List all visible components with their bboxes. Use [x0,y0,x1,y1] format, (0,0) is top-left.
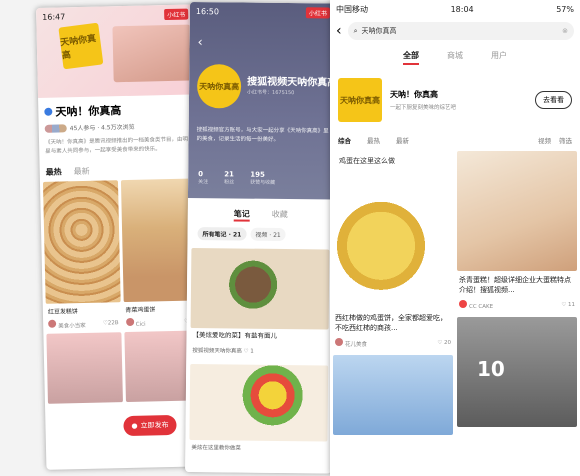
note-title: 西红柿做的鸡蛋饼，全家都超爱吃，不吃西红柿的商孩... [335,314,447,333]
tab-mall[interactable]: 商城 [447,50,463,65]
profile-id: 小红书号：1675150 [247,89,295,97]
note-image [42,180,121,304]
profile-header: 16:50 小红书 ‹ 天呐你真高 搜狐视频天呐你真高 小红书号：1675150… [187,2,336,200]
result-grid: 鸡蛋在这里这么做 西红柿做的鸡蛋饼，全家都超爱吃，不吃西红柿的商孩... 花儿美… [330,151,580,436]
status-time: 18:04 [450,4,474,14]
stat-likes[interactable]: 195 获赞与收藏 [250,171,275,186]
tab-all[interactable]: 全部 [403,50,419,65]
status-bar: 16:47 小红书 [36,4,194,26]
note-footer: CC CAKE ♡ 11 [457,299,577,311]
stat-followers[interactable]: 21 粉丝 [224,170,234,185]
image-overlay-text: 10 [477,357,505,382]
screenshot-collage: 16:47 小红书 天呐你真高 天呐！你真高 45人参与 · 4.5万次浏览 《… [0,0,580,476]
tab-collections[interactable]: 收藏 [272,209,288,222]
battery: 57% [556,4,574,14]
heart-icon[interactable]: ♡ [561,303,566,309]
verified-icon [44,107,53,116]
topic-logo: 天呐你真高 [338,78,382,122]
search-input[interactable]: ⌕ 天呐你真高 ⊗ [347,22,574,40]
status-time: 16:50 [195,6,220,16]
result-column: 鸡蛋在这里这么做 西红柿做的鸡蛋饼，全家都超爱吃，不吃西红柿的商孩... 花儿美… [333,151,453,436]
topic-hero: 16:47 小红书 天呐你真高 [36,4,197,98]
app-badge: 小红书 [164,8,189,20]
image-overlay-text: 鸡蛋在这里这么做 [337,155,397,167]
carrier: 中国移动 [336,4,368,14]
result-column: 杀青蛋糕！超级详细企业大蛋糕特点介绍！搜狐视频... CC CAKE ♡ 11 … [457,151,577,435]
filter-more[interactable]: 筛选 [559,135,572,145]
heart-icon[interactable]: ♡ [437,341,442,347]
app-badge: 小红书 [305,6,330,18]
search-bar: ‹ ⌕ 天呐你真高 ⊗ [330,18,580,44]
topic-subtitle: 一起下厨复刻美味的综艺吧 [390,105,457,111]
filter-general[interactable]: 综合 [338,135,351,145]
profile-stats: 0 关注 21 粉丝 195 获赞与收藏 [198,170,275,186]
profile-tabs: 笔记 收藏 [188,202,334,225]
tab-users[interactable]: 用户 [491,50,507,65]
note-image[interactable]: 鸡蛋在这里这么做 [333,151,453,309]
stat-following[interactable]: 0 关注 [198,170,208,185]
topic-description: 《天呐！你真高》是腾讯视频推出的一档美食类节目，由明星与素人共同参与，一起享受美… [44,136,189,155]
status-time: 16:47 [42,11,66,22]
profile-name: 搜狐视频天呐你真高 [247,76,336,89]
filter-new[interactable]: 最新 [396,135,409,145]
note-title: 【美炫爱吃的菜】有盐有面儿 [192,331,278,340]
search-categories: 全部 商城 用户 [330,44,580,71]
profile-avatar: 天呐你真高 [196,64,242,109]
note-footer: 搜狐视频天呐你真高 ♡ 1 [192,348,254,356]
clear-icon[interactable]: ⊗ [562,27,568,35]
filter-video[interactable]: 视频 [538,135,551,145]
tab-hot[interactable]: 最热 [46,166,62,177]
chip-all-notes[interactable]: 所有笔记 · 21 [197,227,247,241]
chip-videos[interactable]: 视频 · 21 [250,227,286,242]
note-title: 美炫在这里教你做菜 [191,444,241,452]
note-image[interactable] [46,332,123,404]
avatar [48,319,57,328]
note-image[interactable] [189,363,329,442]
more-notes [43,327,203,407]
tab-notes[interactable]: 笔记 [233,208,250,222]
avatar [459,300,467,309]
note-title: 红豆发糕饼 [47,308,78,316]
note-image[interactable] [457,151,577,271]
topic-title: 天呐！你真高 [390,90,438,99]
phone-topic-page: 16:47 小红书 天呐你真高 天呐！你真高 45人参与 · 4.5万次浏览 《… [36,4,205,470]
heart-icon[interactable]: ♡ [244,349,249,356]
avatar [125,317,134,327]
search-icon: ⌕ [353,26,358,35]
note-image[interactable] [333,355,453,436]
note-grid: 红豆发糕饼 美食小当家 ♡22B 青菜鸡蛋饼 Cici ♡18 [40,178,201,331]
participant-avatars [44,123,67,133]
camera-icon: ● [131,421,138,430]
note-image[interactable]: 10 [457,317,577,428]
result-filters: 综合 最热 最新 视频 筛选 [330,129,580,151]
filter-hot[interactable]: 最热 [367,135,380,145]
note-filter-chips: 所有笔记 · 21 视频 · 21 [187,223,333,246]
profile-bio: 搜狐视频官方账号，与大家一起分享《天呐你真高》里的美食，记录生活的每一份美好。 [196,127,329,143]
note-card[interactable]: 红豆发糕饼 美食小当家 ♡22B [42,180,121,331]
topic-card[interactable]: 天呐你真高 天呐！你真高 一起下厨复刻美味的综艺吧 去看看 [330,71,580,129]
back-icon[interactable]: ‹ [197,35,202,50]
status-bar: 16:50 小红书 [190,2,336,22]
back-icon[interactable]: ‹ [336,24,342,38]
avatar [335,338,343,347]
note-footer: 花儿美食 ♡ 20 [333,337,453,349]
topic-logo: 天呐你真高 [58,22,104,70]
status-bar: 中国移动 18:04 57% [330,0,580,18]
phone-profile-page: 16:50 小红书 ‹ 天呐你真高 搜狐视频天呐你真高 小红书号：1675150… [185,2,336,474]
profile-content: 笔记 收藏 所有笔记 · 21 视频 · 21 【美炫爱吃的菜】有盐有面儿 搜狐… [185,201,334,474]
tab-new[interactable]: 最新 [74,166,90,177]
topic-title: 天呐！你真高 [38,94,197,122]
hero-image [112,24,192,83]
view-topic-button[interactable]: 去看看 [535,91,572,109]
phone-search-page: 中国移动 18:04 57% ‹ ⌕ 天呐你真高 ⊗ 全部 商城 用户 天呐你真… [330,0,580,476]
note-title: 杀青蛋糕！超级详细企业大蛋糕特点介绍！搜狐视频... [459,276,571,295]
publish-button[interactable]: ● 立即发布 [123,414,177,437]
note-image[interactable] [190,248,330,330]
note-footer: 美食小当家 ♡22B [46,317,121,331]
